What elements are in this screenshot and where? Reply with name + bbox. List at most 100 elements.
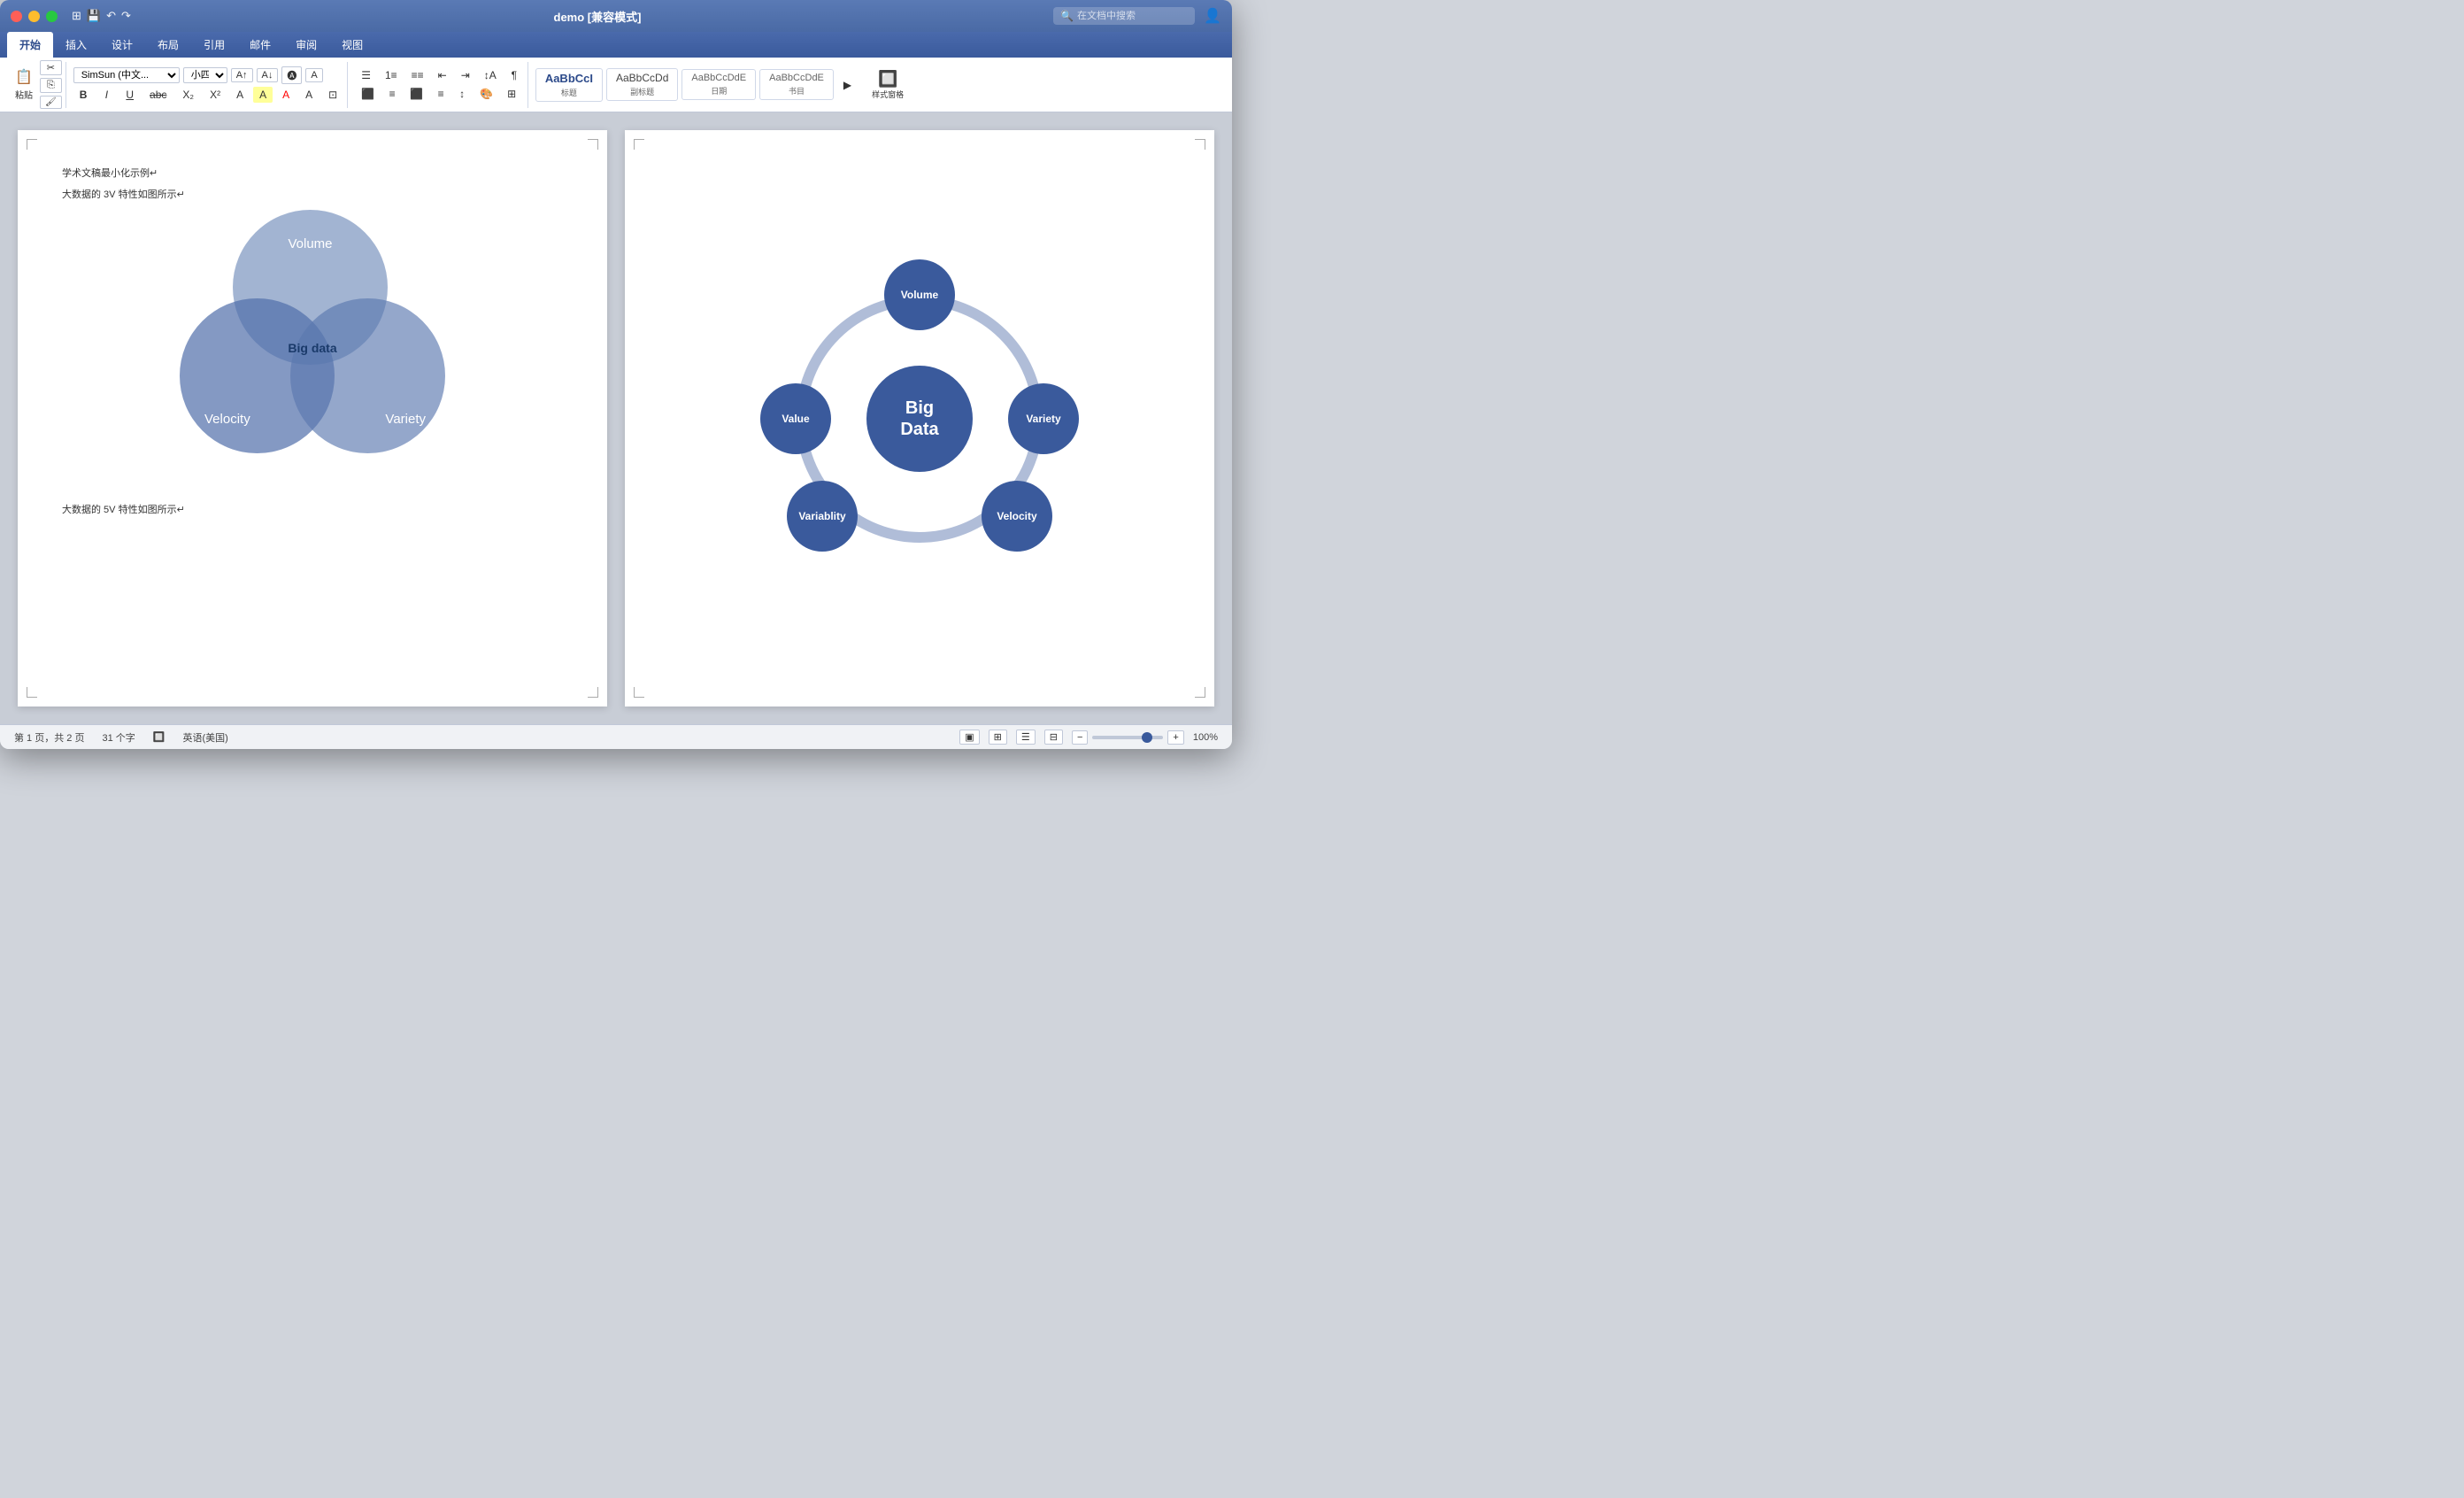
page-1: 学术文稿最小化示例↵ 大数据的 3V 特性如图所示↵ Volume Veloci… bbox=[18, 130, 607, 707]
tab-references[interactable]: 引用 bbox=[191, 32, 237, 58]
styles-pane-label: 样式窗格 bbox=[872, 89, 904, 100]
line-spacing-button[interactable]: ↕ bbox=[452, 86, 472, 102]
satellite-velocity-label: Velocity bbox=[997, 510, 1036, 522]
venn-velocity-label: Velocity bbox=[204, 412, 250, 427]
font-size-select[interactable]: 小四 bbox=[183, 67, 227, 83]
zoom-out-button[interactable]: − bbox=[1072, 730, 1088, 745]
bold-button[interactable]: B bbox=[73, 87, 94, 103]
paste-icon: 📋 bbox=[15, 68, 33, 86]
style-subheading-preview: AaBbCcDd bbox=[616, 72, 668, 84]
clear-format-button[interactable]: A bbox=[305, 68, 322, 82]
page-2: BigData Volume Variety Velocity bbox=[625, 130, 1214, 707]
multilevel-button[interactable]: ≡≡ bbox=[405, 67, 430, 83]
style-subheading[interactable]: AaBbCcDd 副标题 bbox=[606, 68, 678, 101]
corner2-tl bbox=[634, 139, 644, 150]
bullets-button[interactable]: ☰ bbox=[355, 67, 377, 83]
circular-diagram: BigData Volume Variety Velocity bbox=[751, 251, 1088, 587]
user-icon[interactable]: 👤 bbox=[1204, 7, 1221, 25]
page-info: 第 1 页，共 2 页 bbox=[14, 730, 84, 745]
font-style-button[interactable]: 🅐 bbox=[281, 66, 302, 84]
decrease-font-button[interactable]: A↓ bbox=[257, 68, 279, 82]
zoom-slider: − + bbox=[1072, 730, 1184, 745]
venn-variety-label: Variety bbox=[385, 412, 426, 427]
cut-button[interactable]: ✂ bbox=[40, 60, 62, 75]
style-bibliography-preview: AaBbCcDdE bbox=[769, 73, 824, 83]
border-button[interactable]: ⊡ bbox=[322, 87, 343, 103]
satellite-velocity: Velocity bbox=[982, 481, 1052, 552]
zoom-level: 100% bbox=[1193, 732, 1218, 743]
shading-button[interactable]: 🎨 bbox=[474, 86, 499, 102]
center-circle: BigData bbox=[866, 366, 973, 472]
style-heading-preview: AaBbCcI bbox=[545, 72, 593, 85]
subscript-button[interactable]: X₂ bbox=[176, 87, 200, 103]
tab-home[interactable]: 开始 bbox=[7, 32, 53, 58]
zoom-thumb bbox=[1142, 732, 1152, 743]
style-heading[interactable]: AaBbCcI 标题 bbox=[535, 68, 603, 102]
justify-button[interactable]: ≡ bbox=[431, 86, 450, 102]
view-multi-button[interactable]: ⊞ bbox=[989, 730, 1007, 745]
copy-button[interactable]: ⎘ bbox=[40, 78, 62, 93]
close-button[interactable] bbox=[11, 11, 22, 22]
paste-button[interactable]: 📋 粘贴 bbox=[11, 66, 37, 104]
borders-button[interactable]: ⊞ bbox=[501, 86, 522, 102]
underline-button[interactable]: U bbox=[119, 87, 140, 103]
ribbon-tab-bar: 开始 插入 设计 布局 引用 邮件 审阅 视图 bbox=[0, 32, 1232, 58]
italic-button[interactable]: I bbox=[96, 87, 116, 103]
tab-insert[interactable]: 插入 bbox=[53, 32, 99, 58]
text-color-button[interactable]: A bbox=[276, 87, 296, 103]
font-family-select[interactable]: SimSun (中文... bbox=[73, 67, 180, 83]
page1-content: 学术文稿最小化示例↵ 大数据的 3V 特性如图所示↵ Volume Veloci… bbox=[62, 166, 563, 516]
view-single-button[interactable]: ▣ bbox=[959, 730, 979, 745]
align-center-button[interactable]: ≡ bbox=[382, 86, 402, 102]
minimize-button[interactable] bbox=[28, 11, 40, 22]
satellite-volume-label: Volume bbox=[901, 289, 938, 301]
save-icon[interactable]: 💾 bbox=[87, 9, 101, 23]
page2-content: BigData Volume Variety Velocity bbox=[669, 166, 1170, 671]
decrease-indent-button[interactable]: ⇤ bbox=[432, 67, 453, 83]
search-icon: 🔍 bbox=[1060, 10, 1074, 22]
highlight-button[interactable]: A bbox=[253, 87, 273, 103]
increase-indent-button[interactable]: ⇥ bbox=[455, 67, 476, 83]
track-changes-icon[interactable]: 🔲 bbox=[153, 731, 166, 743]
font-color-button[interactable]: A bbox=[230, 87, 250, 103]
numbering-button[interactable]: 1≡ bbox=[379, 67, 404, 83]
venn-variety: Variety bbox=[290, 298, 445, 453]
show-marks-button[interactable]: ¶ bbox=[504, 67, 524, 83]
titlebar: ⊞ 💾 ↶ ↷ demo [兼容模式] 🔍 👤 bbox=[0, 0, 1232, 32]
sidebar-icon[interactable]: ⊞ bbox=[72, 9, 81, 23]
format-painter-button[interactable]: 🖌 bbox=[40, 96, 62, 109]
tab-mailings[interactable]: 邮件 bbox=[237, 32, 283, 58]
search-bar[interactable]: 🔍 bbox=[1053, 7, 1195, 25]
search-input[interactable] bbox=[1077, 11, 1192, 21]
tab-view[interactable]: 视图 bbox=[329, 32, 375, 58]
style-bibliography[interactable]: AaBbCcDdE 书目 bbox=[759, 69, 834, 100]
satellite-variablity: Variablity bbox=[787, 481, 858, 552]
view-outline-button[interactable]: ☰ bbox=[1016, 730, 1036, 745]
center-label: BigData bbox=[900, 398, 938, 440]
superscript-button[interactable]: X² bbox=[204, 87, 227, 103]
maximize-button[interactable] bbox=[46, 11, 58, 22]
language: 英语(美国) bbox=[182, 730, 227, 745]
satellite-variety: Variety bbox=[1008, 383, 1079, 454]
tab-review[interactable]: 审阅 bbox=[283, 32, 329, 58]
undo-icon[interactable]: ↶ bbox=[106, 9, 116, 23]
paste-label: 粘贴 bbox=[15, 88, 33, 101]
tab-layout[interactable]: 布局 bbox=[145, 32, 191, 58]
statusbar: 第 1 页，共 2 页 31 个字 🔲 英语(美国) ▣ ⊞ ☰ ⊟ − + 1… bbox=[0, 724, 1232, 749]
zoom-in-button[interactable]: + bbox=[1167, 730, 1183, 745]
styles-pane-button[interactable]: 🔲 样式窗格 bbox=[867, 67, 908, 103]
more-styles-button[interactable]: ▶ bbox=[837, 77, 858, 93]
strikethrough-button[interactable]: abc bbox=[143, 87, 173, 103]
align-left-button[interactable]: ⬛ bbox=[355, 86, 381, 102]
view-layout-button[interactable]: ⊟ bbox=[1044, 730, 1063, 745]
align-right-button[interactable]: ⬛ bbox=[404, 86, 429, 102]
text-effect-button[interactable]: A bbox=[299, 87, 319, 103]
increase-font-button[interactable]: A↑ bbox=[231, 68, 253, 82]
redo-icon[interactable]: ↷ bbox=[121, 9, 131, 23]
corner2-tr bbox=[1195, 139, 1205, 150]
sort-button[interactable]: ↕A bbox=[478, 67, 503, 83]
satellite-variablity-label: Variablity bbox=[798, 510, 845, 522]
style-date[interactable]: AaBbCcDdE 日期 bbox=[681, 69, 756, 100]
font-controls: SimSun (中文... 小四 A↑ A↓ 🅐 A B I U bbox=[73, 66, 344, 103]
tab-design[interactable]: 设计 bbox=[99, 32, 145, 58]
